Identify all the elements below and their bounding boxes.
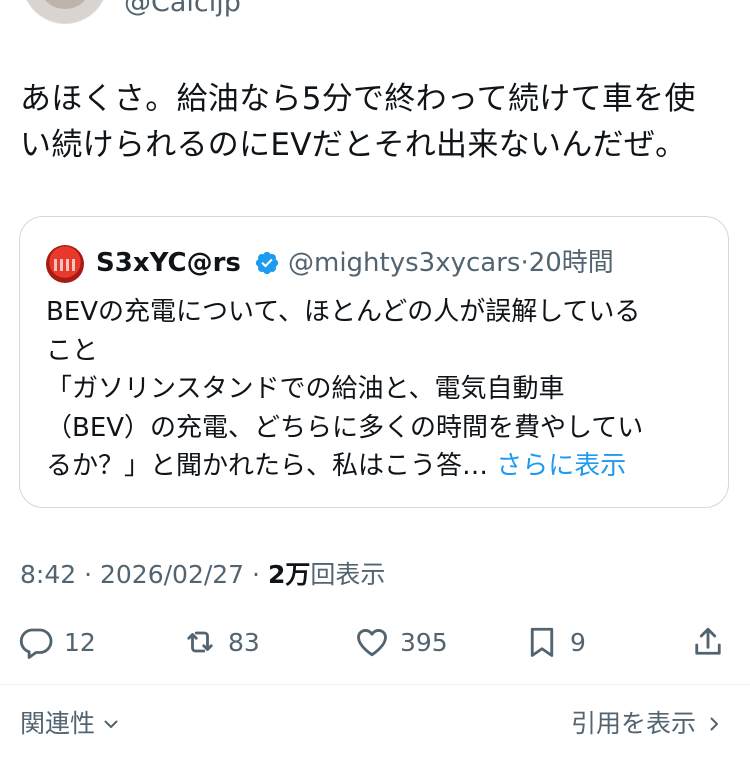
reply-count: 12: [64, 627, 96, 657]
quoted-text: BEVの充電について、ほとんどの人が誤解している こと 「ガソリンスタンドでの給…: [46, 293, 706, 486]
quoted-meta: @mightys3xycars·20時間: [288, 245, 614, 281]
divider: [0, 684, 750, 685]
related-sort-button[interactable]: 関連性: [20, 706, 121, 742]
views-label: 回表示: [310, 560, 386, 589]
tweet-timestamp: 8:42 · 2026/02/27 · 2万回表示: [20, 558, 385, 592]
action-bar: 12 83 395 9: [0, 620, 750, 664]
separator: ·: [84, 560, 93, 589]
quoted-avatar[interactable]: [46, 245, 84, 283]
verified-badge-icon: [255, 251, 279, 275]
show-more-link[interactable]: さらに表示: [496, 451, 626, 481]
quoted-tweet-card[interactable]: S3xYC@rs @mightys3xycars·20時間 BEVの充電について…: [19, 216, 729, 508]
share-button[interactable]: [690, 620, 726, 664]
date[interactable]: 2026/02/27: [100, 560, 244, 589]
bookmark-icon: [530, 627, 554, 657]
bookmark-count: 9: [570, 627, 586, 657]
chevron-right-icon: [710, 717, 718, 731]
author-avatar[interactable]: [22, 0, 108, 24]
quoted-handle[interactable]: @mightys3xycars: [288, 248, 520, 278]
repost-count: 83: [228, 627, 260, 657]
bookmark-button[interactable]: 9: [524, 620, 586, 664]
quoted-author-name[interactable]: S3xYC@rs: [96, 245, 241, 281]
reply-button[interactable]: 12: [18, 620, 96, 664]
tweet-text: あほくさ。給油なら5分で終わって続けて車を使 い続けられるのにEVだとそれ出来な…: [20, 81, 696, 163]
time[interactable]: 8:42: [20, 560, 76, 589]
quoted-time[interactable]: 20時間: [529, 248, 614, 278]
separator: ·: [252, 560, 260, 589]
like-count: 395: [400, 627, 448, 657]
like-button[interactable]: 395: [354, 620, 448, 664]
chevron-down-icon: [104, 720, 118, 728]
repost-button[interactable]: 83: [182, 620, 260, 664]
author-handle[interactable]: @Calcljp: [124, 0, 241, 20]
repost-icon: [187, 631, 213, 653]
quotes-label: 引用を表示: [570, 709, 696, 738]
reply-icon: [19, 628, 53, 659]
meta-separator: ·: [520, 248, 529, 278]
share-icon: [695, 627, 721, 655]
heart-icon: [357, 629, 387, 657]
view-quotes-button[interactable]: 引用を表示: [571, 706, 724, 742]
related-label: 関連性: [20, 709, 96, 738]
views-count: 2万: [267, 560, 311, 589]
